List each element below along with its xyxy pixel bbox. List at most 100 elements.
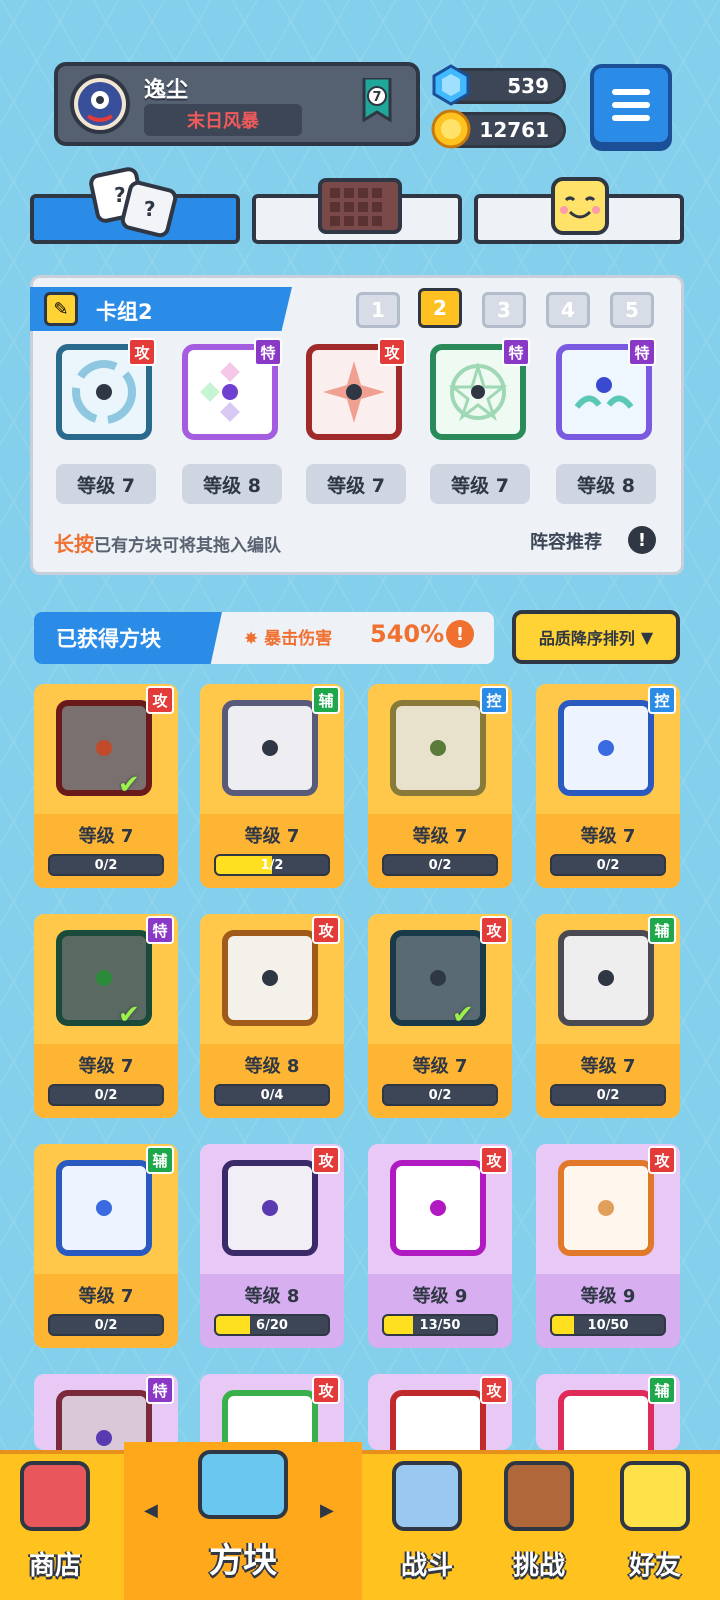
hint-text: 已有方块可将其拖入编队 bbox=[94, 536, 281, 556]
gem-count: 539 bbox=[507, 74, 549, 98]
flame-icon bbox=[390, 1390, 486, 1450]
tag-control: 控 bbox=[648, 686, 676, 714]
progress-bar: 0/2 bbox=[550, 1084, 666, 1106]
tag-attack: 攻 bbox=[128, 338, 156, 366]
hands-icon bbox=[574, 377, 634, 409]
progress-bar: 1/2 bbox=[214, 854, 330, 876]
owned-card[interactable]: 辅 等级 7 1/2 bbox=[200, 684, 344, 888]
jaws-icon bbox=[222, 700, 318, 796]
progress-bar: 6/20 bbox=[214, 1314, 330, 1336]
deck-card-level: 等级 7 bbox=[56, 464, 156, 504]
dice-icon: ?? bbox=[88, 164, 178, 240]
nav-blocks-label: 方块 bbox=[209, 1541, 277, 1581]
tag-attack: 攻 bbox=[480, 1146, 508, 1174]
owned-card[interactable]: 攻 等级 9 10/50 bbox=[536, 1144, 680, 1348]
deck-number-3[interactable]: 3 bbox=[482, 292, 526, 328]
deck-card-level: 等级 7 bbox=[306, 464, 406, 504]
tag-support: 辅 bbox=[146, 1146, 174, 1174]
check-icon: ✔ bbox=[118, 1000, 140, 1030]
owned-card[interactable]: 控 等级 7 0/2 bbox=[536, 684, 680, 888]
owned-card[interactable]: 辅 等级 7 0/2 bbox=[536, 914, 680, 1118]
sort-button[interactable]: 品质降序排列 ▼ bbox=[512, 610, 680, 664]
progress-bar: 0/2 bbox=[382, 1084, 498, 1106]
drag-hint: 长按已有方块可将其拖入编队 bbox=[54, 528, 281, 557]
challenge-icon bbox=[504, 1461, 574, 1531]
coin-count: 12761 bbox=[479, 118, 549, 142]
arrow-right-icon[interactable]: ▶ bbox=[320, 1500, 334, 1521]
owned-card[interactable]: 攻 ✔ 等级 7 0/2 bbox=[368, 914, 512, 1118]
leaf-icon bbox=[222, 1390, 318, 1450]
progress-bar: 0/4 bbox=[214, 1084, 330, 1106]
friends-icon bbox=[620, 1461, 690, 1531]
deck-card-level: 等级 8 bbox=[182, 464, 282, 504]
nav-battle[interactable]: 战斗 bbox=[372, 1450, 482, 1600]
owned-title: 已获得方块 bbox=[34, 612, 222, 664]
target-icon bbox=[558, 1160, 654, 1256]
owned-card[interactable]: 攻 等级 8 6/20 bbox=[200, 1144, 344, 1348]
nav-friends[interactable]: 好友 bbox=[600, 1450, 710, 1600]
owned-card[interactable]: 辅 bbox=[536, 1374, 680, 1450]
tag-attack: 攻 bbox=[312, 1146, 340, 1174]
nav-shop-label: 商店 bbox=[28, 1551, 81, 1581]
arrow-left-icon[interactable]: ◀ bbox=[144, 1500, 158, 1521]
svg-text:?: ? bbox=[114, 183, 126, 207]
board-icon bbox=[318, 178, 402, 234]
tag-special: 特 bbox=[628, 338, 656, 366]
battle-icon bbox=[392, 1461, 462, 1531]
card-level: 等级 7 bbox=[244, 826, 300, 847]
mystery-cube-icon bbox=[198, 1450, 288, 1519]
deck-number-2[interactable]: 2 bbox=[418, 288, 462, 328]
card-level: 等级 7 bbox=[412, 826, 468, 847]
gun-icon bbox=[222, 930, 318, 1026]
lineup-recommend-label[interactable]: 阵容推荐 bbox=[530, 528, 602, 554]
tag-attack: 攻 bbox=[648, 1146, 676, 1174]
owned-card[interactable]: 攻 ✔ 等级 7 0/2 bbox=[34, 684, 178, 888]
svg-text:?: ? bbox=[144, 197, 156, 221]
pentagram-icon bbox=[448, 361, 508, 422]
deck-number-4[interactable]: 4 bbox=[546, 292, 590, 328]
card-level: 等级 7 bbox=[78, 826, 134, 847]
progress-bar: 13/50 bbox=[382, 1314, 498, 1336]
tag-attack: 攻 bbox=[480, 1376, 508, 1404]
deck-number-5[interactable]: 5 bbox=[610, 292, 654, 328]
check-icon: ✔ bbox=[118, 770, 140, 800]
nav-blocks[interactable]: 方块 bbox=[124, 1450, 362, 1600]
owned-card[interactable]: 攻 等级 9 13/50 bbox=[368, 1144, 512, 1348]
nav-friends-label: 好友 bbox=[628, 1551, 681, 1581]
owned-card[interactable]: 特 bbox=[34, 1374, 178, 1450]
snowflake-icon bbox=[558, 700, 654, 796]
player-profile[interactable]: 逸尘 末日风暴 7 bbox=[54, 62, 420, 146]
owned-card[interactable]: 攻 bbox=[368, 1374, 512, 1450]
shop-icon bbox=[20, 1461, 90, 1531]
nav-challenge[interactable]: 挑战 bbox=[484, 1450, 594, 1600]
deck-label: 卡组2 bbox=[96, 300, 153, 324]
owned-card[interactable]: 攻 等级 8 0/4 bbox=[200, 914, 344, 1118]
tag-support: 辅 bbox=[648, 916, 676, 944]
card-level: 等级 8 bbox=[244, 1056, 300, 1077]
info-icon[interactable]: ! bbox=[628, 526, 656, 554]
card-level: 等级 7 bbox=[580, 1056, 636, 1077]
sparkle-icon bbox=[200, 362, 240, 422]
tag-attack: 攻 bbox=[312, 916, 340, 944]
clock-icon bbox=[558, 930, 654, 1026]
progress-bar: 0/2 bbox=[48, 1084, 164, 1106]
menu-button[interactable] bbox=[590, 64, 672, 146]
tag-support: 辅 bbox=[648, 1376, 676, 1404]
crit-info-icon[interactable]: ! bbox=[446, 620, 474, 648]
deck-number-1[interactable]: 1 bbox=[356, 292, 400, 328]
card-level: 等级 7 bbox=[412, 1056, 468, 1077]
owned-card[interactable]: 辅 等级 7 0/2 bbox=[34, 1144, 178, 1348]
nav-shop[interactable]: 商店 bbox=[0, 1450, 110, 1600]
tag-control: 控 bbox=[480, 686, 508, 714]
hint-bold: 长按 bbox=[54, 532, 94, 556]
owned-card[interactable]: 攻 bbox=[200, 1374, 344, 1450]
pencil-icon[interactable]: ✎ bbox=[44, 292, 78, 326]
rank-badge[interactable]: 7 bbox=[360, 76, 394, 128]
progress-bar: 0/2 bbox=[382, 854, 498, 876]
tag-attack: 攻 bbox=[146, 686, 174, 714]
owned-card[interactable]: 特 ✔ 等级 7 0/2 bbox=[34, 914, 178, 1118]
tag-special: 特 bbox=[502, 338, 530, 366]
avatar[interactable] bbox=[70, 74, 130, 134]
cross-icon bbox=[558, 1390, 654, 1450]
owned-card[interactable]: 控 等级 7 0/2 bbox=[368, 684, 512, 888]
